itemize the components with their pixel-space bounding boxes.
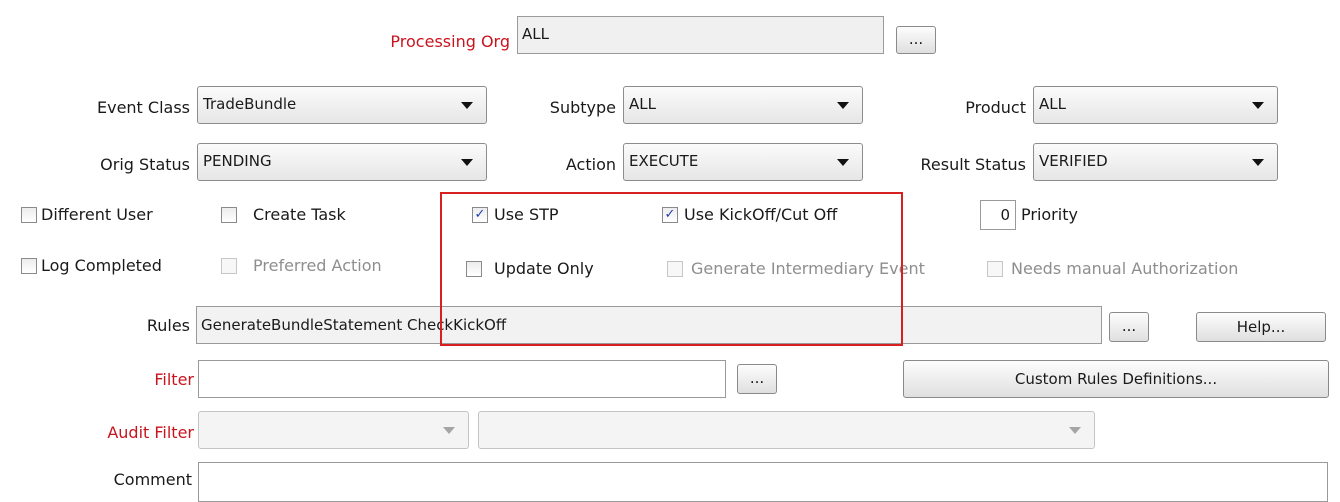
custom-rules-definitions-button[interactable]: Custom Rules Definitions... bbox=[903, 360, 1329, 398]
result-status-value: VERIFIED bbox=[1039, 152, 1108, 170]
orig-status-value: PENDING bbox=[203, 152, 272, 170]
result-status-label: Result Status bbox=[920, 155, 1026, 174]
action-label: Action bbox=[565, 155, 616, 174]
processing-org-label: Processing Org bbox=[390, 32, 510, 51]
processing-org-field[interactable]: ALL bbox=[517, 16, 884, 54]
rules-chooser-button[interactable]: ... bbox=[1109, 312, 1149, 342]
filter-input[interactable] bbox=[198, 360, 726, 398]
chevron-down-icon bbox=[1252, 159, 1264, 166]
product-select[interactable]: ALL bbox=[1033, 86, 1278, 124]
chevron-down-icon bbox=[443, 427, 455, 434]
orig-status-select[interactable]: PENDING bbox=[197, 143, 487, 181]
log-completed-label: Log Completed bbox=[41, 256, 162, 275]
chevron-down-icon bbox=[837, 102, 849, 109]
subtype-value: ALL bbox=[629, 95, 656, 113]
audit-filter-select[interactable] bbox=[198, 411, 469, 449]
priority-label: Priority bbox=[1021, 205, 1078, 224]
event-class-select[interactable]: TradeBundle bbox=[197, 86, 487, 124]
action-select[interactable]: EXECUTE bbox=[623, 143, 863, 181]
event-class-value: TradeBundle bbox=[203, 95, 297, 113]
preferred-action-checkbox[interactable] bbox=[221, 258, 237, 274]
processing-org-chooser-button[interactable]: ... bbox=[896, 26, 936, 54]
subtype-select[interactable]: ALL bbox=[623, 86, 863, 124]
chevron-down-icon bbox=[837, 159, 849, 166]
comment-label: Comment bbox=[113, 470, 192, 489]
chevron-down-icon bbox=[1069, 427, 1081, 434]
filter-label: Filter bbox=[154, 370, 194, 389]
product-label: Product bbox=[965, 98, 1026, 117]
audit-filter-label: Audit Filter bbox=[107, 423, 194, 442]
comment-input[interactable] bbox=[198, 462, 1328, 502]
preferred-action-label: Preferred Action bbox=[253, 256, 382, 275]
result-status-select[interactable]: VERIFIED bbox=[1033, 143, 1278, 181]
action-value: EXECUTE bbox=[629, 152, 699, 170]
audit-filter-secondary-select[interactable] bbox=[478, 411, 1095, 449]
rules-label: Rules bbox=[146, 316, 190, 335]
chevron-down-icon bbox=[461, 102, 473, 109]
subtype-label: Subtype bbox=[549, 98, 616, 117]
create-task-label: Create Task bbox=[253, 205, 346, 224]
chevron-down-icon bbox=[461, 159, 473, 166]
event-class-label: Event Class bbox=[96, 98, 190, 117]
priority-input[interactable]: 0 bbox=[980, 200, 1016, 230]
product-value: ALL bbox=[1039, 95, 1066, 113]
create-task-checkbox[interactable] bbox=[221, 207, 237, 223]
log-completed-checkbox[interactable] bbox=[21, 258, 37, 274]
different-user-checkbox[interactable] bbox=[21, 207, 37, 223]
chevron-down-icon bbox=[1252, 102, 1264, 109]
needs-manual-authorization-label: Needs manual Authorization bbox=[1011, 259, 1239, 278]
highlight-box bbox=[440, 192, 903, 346]
different-user-label: Different User bbox=[41, 205, 153, 224]
needs-manual-authorization-checkbox[interactable] bbox=[987, 261, 1003, 277]
help-button[interactable]: Help... bbox=[1196, 312, 1326, 342]
filter-chooser-button[interactable]: ... bbox=[737, 364, 777, 394]
orig-status-label: Orig Status bbox=[100, 155, 190, 174]
